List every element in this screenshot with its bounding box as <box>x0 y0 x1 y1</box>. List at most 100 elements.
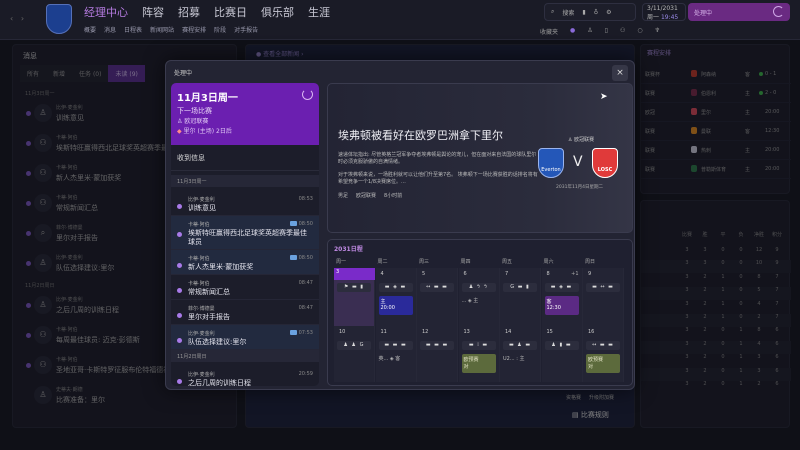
calendar-day[interactable]: 10 ♟ ♟ G <box>334 326 375 382</box>
nav-recruitment[interactable]: 招募 <box>178 4 200 20</box>
ball-icon[interactable]: ○ <box>637 27 642 36</box>
calendar-day[interactable]: 5 ↔ ▬ ▬ <box>417 268 458 326</box>
training-activities[interactable]: ▬ ⁞ ▬ <box>461 341 496 350</box>
tag-mens[interactable]: 男足 <box>338 192 348 199</box>
training-activities[interactable]: G ▬ ▮ <box>503 283 537 292</box>
trophy-icon[interactable]: ♁ <box>594 9 598 16</box>
calendar-day[interactable]: 16 ↔ ▬ ▬ 欧预赛对 <box>583 326 624 382</box>
search-button[interactable]: 搜索 <box>562 8 574 17</box>
match-event[interactable]: 欧预赛对 <box>461 354 496 373</box>
nav-squad[interactable]: 阵容 <box>142 4 164 20</box>
nav-manager-hub[interactable]: 经理中心 <box>84 4 128 20</box>
inbox-item[interactable]: 比伊·麦金利 07:53 队伍选择建议:里尔 <box>171 325 319 350</box>
notebook-icon[interactable]: ▮ <box>582 9 585 16</box>
training-activities[interactable]: ▬ ◈ ▬ <box>544 283 579 292</box>
calendar-day[interactable]: 11 ▬ ▬ ▬ 英... ◈ 客 <box>375 326 417 382</box>
calendar-day[interactable]: 8 +1 ▬ ◈ ▬ 客 12:30 <box>541 268 583 326</box>
inbox-title: 队伍选择建议:里尔 <box>188 338 247 346</box>
training-activities[interactable]: ▬ ♟ ▬ <box>503 341 537 350</box>
training-activities[interactable]: ♟ ϟ ϟ <box>461 283 496 292</box>
inbox-item[interactable]: 菲尔·博德曼 08:47 里尔对手报告 <box>171 300 319 325</box>
training-activities[interactable]: ▬ ▬ ▬ <box>378 341 413 350</box>
unread-dot <box>177 338 182 343</box>
subnav-fixtures[interactable]: 赛程安排 <box>182 25 206 34</box>
calendar-day[interactable]: 9 ▬ ↔ ▬ <box>583 268 624 326</box>
match-event-summary[interactable]: 英... ◈ 客 <box>379 355 401 362</box>
inbox-item[interactable]: 卡蒂·阿伯 08:47 常规新闻汇总 <box>171 275 319 300</box>
match-event[interactable]: 主 20:00 <box>378 296 413 315</box>
calendar-day[interactable]: 6 ♟ ϟ ϟ ... ◈ 主 <box>458 268 500 326</box>
match-event[interactable]: 客 12:30 <box>544 296 579 315</box>
inbox-time: 07:53 <box>298 330 313 336</box>
tactics-icon[interactable]: ⚇ <box>620 27 625 36</box>
subnav-stage[interactable]: 阶段 <box>214 25 226 34</box>
training-activities[interactable]: ▬ ▬ ▬ <box>420 341 454 350</box>
calendar-day[interactable]: 12 ▬ ▬ ▬ <box>417 326 458 382</box>
inbox-item[interactable]: 比伊·麦金利 08:53 训练意见 <box>171 191 319 216</box>
inbox-item[interactable]: 比伊·麦金利 20:59 之后几周的训练日程 <box>171 366 319 386</box>
chat-icon[interactable]: ● <box>570 27 575 36</box>
calendar-day[interactable]: 7 G ▬ ▮ <box>500 268 541 326</box>
inbox-title: 训练意见 <box>188 204 216 212</box>
tag-time: 8小时前 <box>384 193 403 199</box>
clipboard-icon[interactable]: ▯ <box>605 27 608 36</box>
competition-name[interactable]: 欧冠联赛 <box>184 118 208 125</box>
training-activities[interactable]: ♟ ▮ ▬ <box>544 341 579 350</box>
opponent-info[interactable]: 里尔 (主场) 2日后 <box>184 128 232 135</box>
match-event-summary[interactable]: ... ◈ 主 <box>462 297 479 304</box>
day-number: 16 <box>588 329 595 335</box>
unread-dot <box>177 204 182 209</box>
back-forward-arrows[interactable]: ‹ › <box>10 14 24 23</box>
subnav-opponent-report[interactable]: 对手报告 <box>234 25 258 34</box>
day-number: 14 <box>505 329 512 335</box>
training-activities[interactable]: ▬ ◈ ▬ <box>378 283 413 292</box>
inbox-item[interactable]: 卡蒂·阿伯 08:50 埃斯特旺赢得西北足球奖英超赛季最佳球员 <box>171 216 319 250</box>
news-card[interactable]: ➤ 埃弗顿被看好在欧罗巴洲拿下里尔 速递体坛指出: 尽管英格兰冠军争夺者埃弗顿是… <box>327 83 633 233</box>
next-match-header: 11月3日周一 下一场比赛 ♙ 欧冠联赛 ◆ 里尔 (主场) 2日后 <box>171 83 319 145</box>
inbox-sender: 菲尔·博德曼 <box>188 306 215 312</box>
training-activities[interactable]: ⚑ ▬ ▮ <box>337 283 371 292</box>
more-events[interactable]: +1 <box>571 271 578 277</box>
tag-competition[interactable]: 欧冠联赛 <box>356 192 376 199</box>
match-event-summary[interactable]: U2... : 主 <box>503 355 524 362</box>
inbox-time: 20:59 <box>298 371 313 377</box>
subnav-overview[interactable]: 概要 <box>84 25 96 34</box>
nav-club[interactable]: 俱乐部 <box>261 4 294 20</box>
inbox-title: 常规新闻汇总 <box>188 288 230 296</box>
cup-icon[interactable]: ♆ <box>655 27 660 36</box>
calendar-day[interactable]: 13 ▬ ⁞ ▬ 欧预赛对 <box>458 326 500 382</box>
news-paragraph: 速递体坛指出: 尽管英格兰冠军争夺者埃弗顿是舆论的宠儿，但在面对来自法国的球队里… <box>338 152 537 165</box>
versus-label: V <box>573 154 583 170</box>
calendar-day[interactable]: 15 ♟ ▮ ▬ <box>541 326 583 382</box>
training-activities[interactable]: ♟ ♟ G <box>337 341 371 350</box>
news-headline[interactable]: 埃弗顿被看好在欧罗巴洲拿下里尔 <box>338 127 503 143</box>
inbox-column: 11月3日周一 下一场比赛 ♙ 欧冠联赛 ◆ 里尔 (主场) 2日后 收到信息 … <box>171 83 319 386</box>
calendar-title[interactable]: 2031日程 <box>334 244 363 253</box>
unread-dot <box>177 232 182 237</box>
nav-career[interactable]: 生涯 <box>308 4 330 20</box>
training-activities[interactable]: ▬ ↔ ▬ <box>586 283 620 292</box>
weekday-header: 周五 <box>502 259 513 265</box>
subnav-inbox[interactable]: 消息 <box>104 25 116 34</box>
subnav-calendar[interactable]: 日程表 <box>124 25 142 34</box>
inbox-item[interactable]: 卡蒂·阿伯 08:50 新人杰里米·蒙加获奖 <box>171 250 319 275</box>
close-button[interactable]: × <box>612 65 628 81</box>
nav-matchday[interactable]: 比赛日 <box>214 4 247 20</box>
calendar-day[interactable]: 3 ⚑ ▬ ▮ <box>334 268 375 326</box>
search-icon[interactable]: ⌕ <box>551 8 554 16</box>
day-number: 5 <box>422 271 426 277</box>
match-time: 20:00 <box>380 305 395 311</box>
match-rules-link[interactable]: ▤ 比赛规则 <box>572 410 609 420</box>
match-event[interactable]: 欧预赛对 <box>586 354 620 373</box>
continue-button[interactable]: 处理中 <box>688 3 790 21</box>
opponent-crest-icon: ◆ <box>177 128 182 135</box>
training-activities[interactable]: ↔ ▬ ▬ <box>586 341 620 350</box>
favorites-dropdown[interactable]: 收藏夹 <box>540 27 558 36</box>
training-activities[interactable]: ↔ ▬ ▬ <box>420 283 454 292</box>
gear-icon[interactable]: ⚙ <box>606 9 611 16</box>
shirt-icon[interactable]: ♙ <box>587 27 592 36</box>
calendar-day[interactable]: 4 ▬ ◈ ▬ 主 20:00 <box>375 268 417 326</box>
calendar-day[interactable]: 14 ▬ ♟ ▬ U2... : 主 <box>500 326 541 382</box>
subnav-news[interactable]: 新闻网站 <box>150 25 174 34</box>
sub-nav: 概要 消息 日程表 新闻网站 赛程安排 阶段 对手报告 <box>84 25 258 34</box>
